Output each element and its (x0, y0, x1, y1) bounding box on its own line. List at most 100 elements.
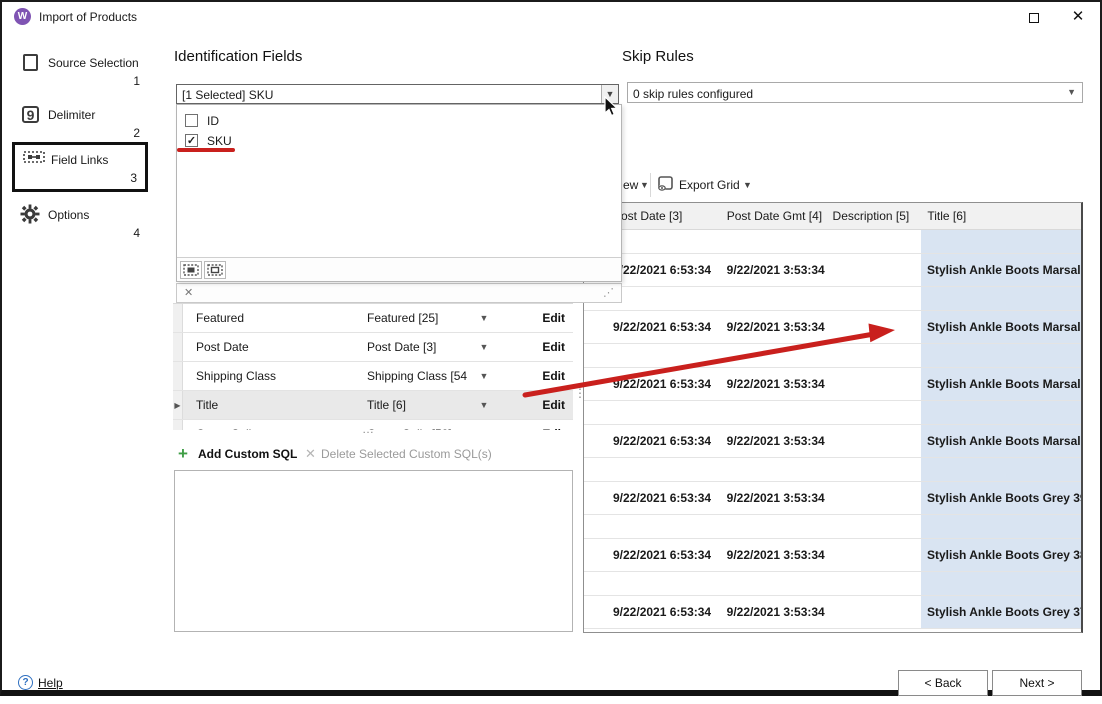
csv-field-value[interactable]: Post Date [3] (367, 340, 471, 354)
deselect-all-icon (207, 264, 223, 276)
cell-title[interactable]: Stylish Ankle Boots Grey 39 (921, 482, 1081, 514)
skip-rules-combo[interactable]: 0 skip rules configured ▼ (627, 82, 1083, 103)
cell-post-date[interactable]: 9/22/2021 6:53:34 (584, 605, 723, 619)
next-button[interactable]: Next > (992, 670, 1082, 696)
cell-post-date-gmt[interactable]: 9/22/2021 3:53:34 (723, 377, 828, 391)
cell-post-date-gmt[interactable]: 9/22/2021 3:53:34 (723, 605, 828, 619)
cell-post-date[interactable]: 9/22/2021 6:53:34 (584, 548, 723, 562)
grid-header-title[interactable]: Title [6] (921, 209, 1081, 223)
mapping-row-post-date[interactable]: Post DatePost Date [3]▼Edit (173, 333, 573, 362)
checkbox-icon[interactable]: ✓ (185, 134, 198, 147)
close-icon: ✕ (1072, 8, 1085, 25)
field-caret-icon[interactable]: ▼ (471, 342, 497, 352)
select-all-button[interactable] (180, 261, 202, 279)
cell-post-date-gmt[interactable]: 9/22/2021 3:53:34 (723, 548, 828, 562)
edit-link[interactable]: Edit (497, 369, 573, 383)
cell-post-date[interactable]: 9/22/2021 6:53:34 (584, 434, 723, 448)
checkbox-icon[interactable] (185, 114, 198, 127)
mapping-row-title[interactable]: ▶TitleTitle [6]▼Edit (173, 391, 573, 420)
identification-dropdown-panel: ID ✓ SKU (176, 104, 622, 282)
cell-post-date-gmt[interactable]: 9/22/2021 3:53:34 (723, 434, 828, 448)
field-caret-icon[interactable]: ▼ (471, 371, 497, 381)
sidebar-step-source-selection[interactable]: Source Selection1 (12, 48, 148, 94)
cell-post-date-gmt[interactable]: 9/22/2021 3:53:34 (723, 320, 828, 334)
grid-header-post-date-gmt[interactable]: Post Date Gmt [4] (723, 209, 828, 223)
cell-post-date-gmt[interactable]: 9/22/2021 3:53:34 (723, 263, 828, 277)
field-caret-icon[interactable]: ▼ (471, 429, 497, 430)
title-column-band (921, 344, 1081, 367)
window-title: Import of Products (39, 10, 137, 24)
csv-field-value[interactable]: Featured [25] (367, 311, 471, 325)
grid-spacer-row (584, 287, 1081, 311)
row-indicator (173, 333, 183, 361)
maximize-icon (1029, 13, 1039, 23)
grid-data-row[interactable]: 9/22/2021 6:53:349/22/2021 3:53:34 Stylis… (584, 311, 1081, 344)
help-icon: ? (18, 675, 33, 690)
cell-title[interactable]: Stylish Ankle Boots Grey 37 (921, 596, 1081, 628)
row-indicator: ▶ (173, 391, 183, 419)
csv-field-value[interactable]: Cross-Sells [50] (367, 427, 471, 430)
view-menu-button[interactable]: ew (623, 178, 638, 192)
grid-data-row[interactable]: 9/22/2021 6:53:349/22/2021 3:53:34 Stylis… (584, 368, 1081, 401)
cell-post-date[interactable]: 9/22/2021 6:53:34 (584, 491, 723, 505)
identification-combo[interactable]: [1 Selected] SKU ▼ (176, 84, 619, 104)
grid-spacer-row (584, 458, 1081, 482)
mapping-overflow-ellipsis: … (362, 422, 374, 436)
step-number: 1 (133, 74, 140, 88)
field-caret-icon[interactable]: ▼ (471, 313, 497, 323)
cell-title[interactable]: Stylish Ankle Boots Marsala (921, 368, 1081, 400)
export-grid-button[interactable]: Export Grid (679, 178, 740, 192)
identification-combo-value: [1 Selected] SKU (182, 88, 273, 102)
csv-field-value[interactable]: Title [6] (367, 398, 471, 412)
red-underline-annotation (177, 148, 235, 152)
edit-link[interactable]: Edit (497, 340, 573, 354)
grid-data-row[interactable]: 9/22/2021 6:53:349/22/2021 3:53:34 Stylis… (584, 539, 1081, 572)
custom-sql-editor[interactable] (174, 470, 573, 632)
mapping-row-shipping-class[interactable]: Shipping ClassShipping Class [54▼Edit (173, 362, 573, 391)
sidebar-step-options[interactable]: Options4 (12, 200, 148, 246)
title-column-band (921, 230, 1081, 253)
deselect-all-button[interactable] (204, 261, 226, 279)
cell-title[interactable]: Stylish Ankle Boots Marsala (921, 254, 1081, 286)
help-link[interactable]: Help (38, 676, 63, 690)
title-column-band (921, 572, 1081, 595)
cell-post-date[interactable]: 9/22/2021 6:53:34 (584, 377, 723, 391)
close-button[interactable]: ✕ (1064, 7, 1092, 27)
maximize-button[interactable] (1020, 10, 1048, 28)
grid-header-description[interactable]: Description [5] (828, 209, 922, 223)
add-custom-sql-button[interactable]: Add Custom SQL (198, 447, 297, 461)
panel-close-icon[interactable]: ✕ (184, 286, 193, 299)
dropdown-option-sku[interactable]: ✓ SKU (177, 131, 621, 151)
cell-title[interactable]: Stylish Ankle Boots Marsala (921, 311, 1081, 343)
grid-data-row[interactable]: 9/22/2021 6:53:349/22/2021 3:53:34 Stylis… (584, 425, 1081, 458)
csv-field-value[interactable]: Shipping Class [54 (367, 369, 471, 383)
back-button[interactable]: < Back (898, 670, 988, 696)
quote-icon: 9 (20, 104, 42, 126)
edit-link[interactable]: Edit (497, 398, 573, 412)
db-field-label: Featured (183, 311, 367, 325)
field-mapping-table: FeaturedFeatured [25]▼EditPost DatePost … (173, 303, 573, 430)
mapping-row-featured[interactable]: FeaturedFeatured [25]▼Edit (173, 304, 573, 333)
grid-data-row[interactable]: 9/22/2021 6:53:349/22/2021 3:53:34 Stylis… (584, 482, 1081, 515)
cell-post-date[interactable]: 9/22/2021 6:53:34 (584, 320, 723, 334)
grid-data-row[interactable]: 9/22/2021 6:53:349/22/2021 3:53:34 Stylis… (584, 596, 1081, 629)
field-caret-icon[interactable]: ▼ (471, 400, 497, 410)
cell-title[interactable]: Stylish Ankle Boots Marsala (921, 425, 1081, 457)
grid-data-row[interactable]: 9/22/2021 6:53:349/22/2021 3:53:34Stylis… (584, 254, 1081, 287)
sidebar-step-field-links[interactable]: Field Links3 (12, 142, 148, 192)
cell-title[interactable]: Stylish Ankle Boots Grey 38 (921, 539, 1081, 571)
resize-grip-icon[interactable]: ⋰ (603, 286, 615, 299)
row-drag-handle-icon[interactable]: ⋮ (574, 390, 586, 396)
sidebar-step-delimiter[interactable]: 9Delimiter2 (12, 100, 148, 146)
identification-combo-dropdown-button[interactable]: ▼ (601, 85, 618, 103)
plus-icon: + (178, 444, 188, 464)
option-label: SKU (207, 134, 232, 148)
edit-link[interactable]: Edit (497, 427, 573, 430)
dropdown-option-id[interactable]: ID (177, 111, 621, 131)
edit-link[interactable]: Edit (497, 311, 573, 325)
db-field-label: Cross-Sells (183, 427, 367, 430)
db-field-label: Post Date (183, 340, 367, 354)
delete-icon: ✕ (305, 446, 316, 462)
delete-custom-sql-button[interactable]: Delete Selected Custom SQL(s) (321, 447, 492, 461)
cell-post-date-gmt[interactable]: 9/22/2021 3:53:34 (723, 491, 828, 505)
